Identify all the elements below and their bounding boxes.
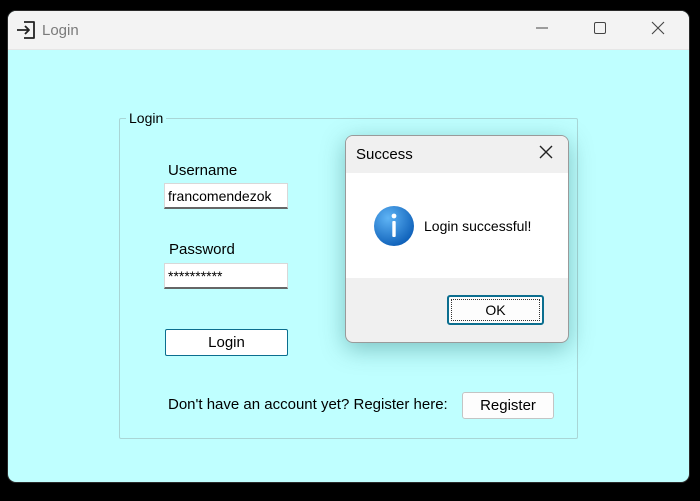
success-dialog: Success Login successful! OK	[345, 135, 569, 343]
maximize-button[interactable]	[571, 11, 629, 49]
maximize-icon	[593, 21, 607, 40]
register-prompt: Don't have an account yet? Register here…	[168, 396, 448, 413]
ok-button-label: OK	[485, 302, 506, 318]
dialog-body: Login successful!	[346, 173, 568, 278]
close-icon	[651, 21, 665, 40]
username-label: Username	[168, 162, 238, 179]
password-field[interactable]: **********	[164, 263, 288, 289]
ok-button[interactable]: OK	[447, 295, 544, 325]
dialog-close-button[interactable]	[533, 142, 559, 166]
minimize-icon	[535, 21, 549, 40]
username-field[interactable]: francomendezok	[164, 183, 288, 209]
dialog-title: Success	[356, 146, 413, 163]
info-icon	[373, 205, 415, 247]
register-button[interactable]: Register	[462, 392, 554, 419]
login-button[interactable]: Login	[165, 329, 288, 356]
close-icon	[539, 145, 553, 164]
groupbox-legend: Login	[126, 110, 167, 126]
minimize-button[interactable]	[513, 11, 571, 49]
login-arrow-icon	[15, 20, 37, 40]
title-bar[interactable]: Login	[8, 11, 689, 50]
password-label: Password	[169, 241, 235, 258]
dialog-title-bar[interactable]: Success	[346, 136, 568, 172]
window-title: Login	[42, 22, 79, 39]
dialog-message: Login successful!	[424, 218, 532, 234]
close-button[interactable]	[629, 11, 687, 49]
